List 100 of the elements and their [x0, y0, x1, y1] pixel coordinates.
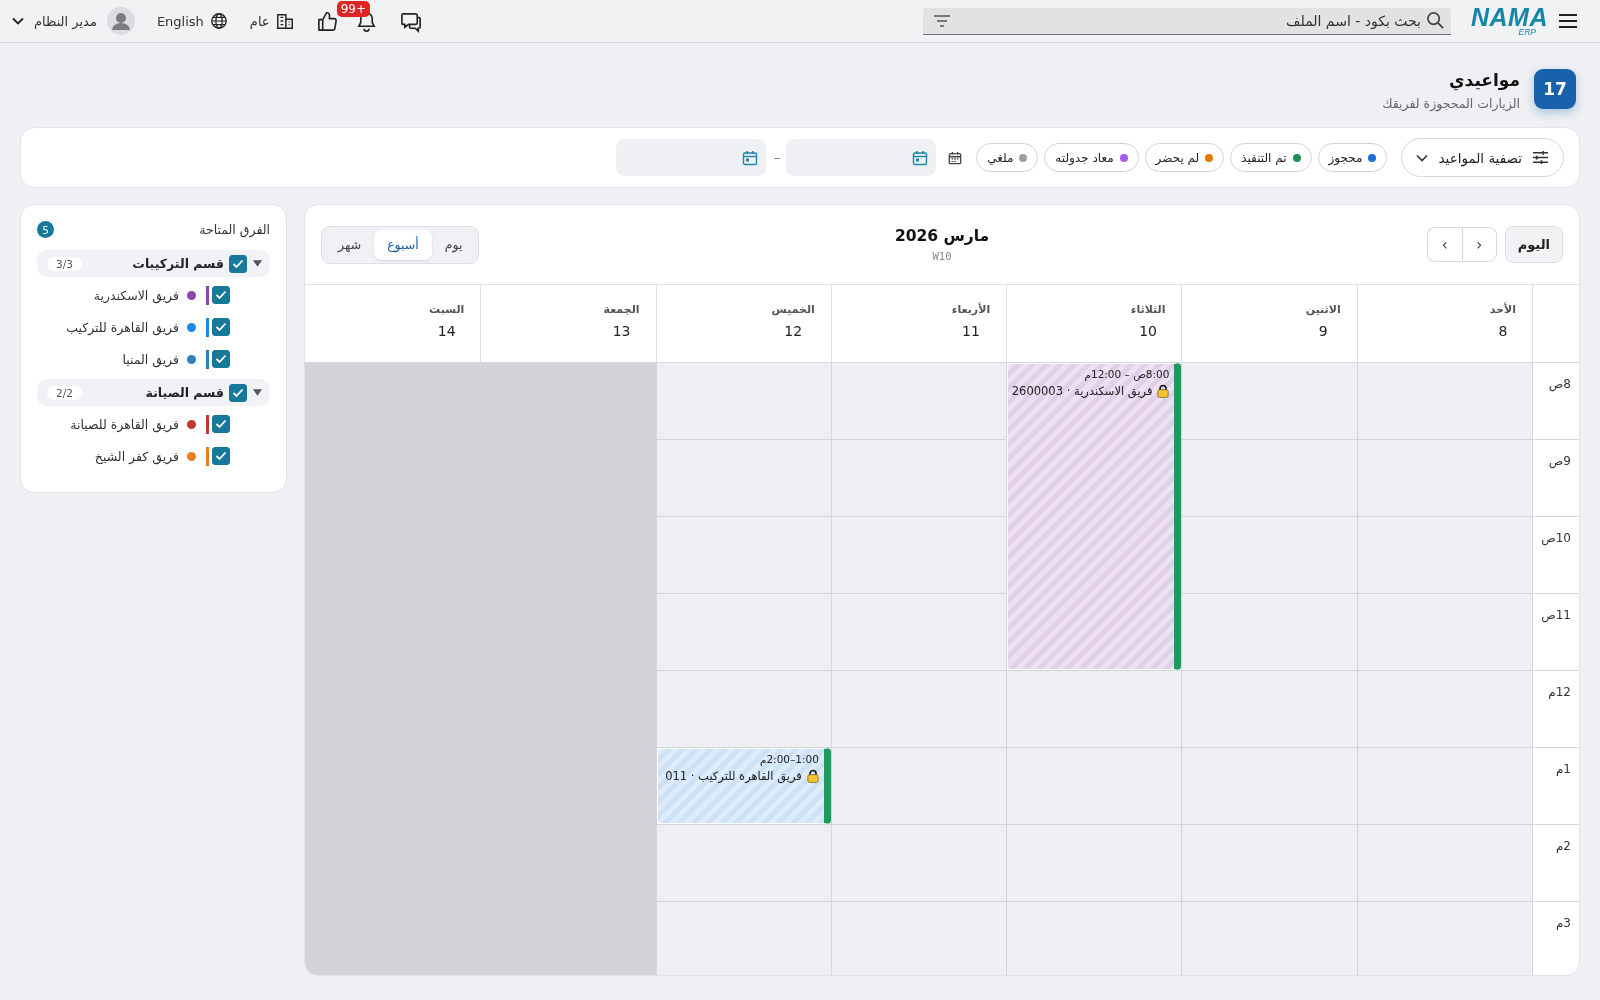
day-name: الجمعة	[603, 303, 640, 316]
team-name[interactable]: فريق الاسكندرية	[93, 287, 179, 303]
time-slot[interactable]	[655, 517, 831, 594]
status-chip[interactable]: محجوز	[1317, 143, 1388, 172]
hour-label: 8ص	[1548, 377, 1571, 391]
time-slot[interactable]	[1006, 825, 1182, 902]
language-button[interactable]: English	[156, 12, 228, 30]
team-name[interactable]: فريق المنيا	[122, 351, 179, 367]
time-slot[interactable]	[1356, 902, 1532, 975]
time-slot[interactable]	[655, 440, 831, 517]
date-field[interactable]	[615, 139, 766, 176]
status-chip[interactable]: تم التنفيذ	[1230, 143, 1312, 172]
time-slot[interactable]	[830, 594, 1007, 671]
search-icon[interactable]	[1426, 11, 1445, 30]
day-date: 12	[784, 323, 803, 339]
day-name: الثلاثاء	[1130, 303, 1166, 316]
today-button[interactable]: اليوم	[1504, 226, 1563, 263]
time-slot[interactable]	[655, 825, 831, 902]
checkmark-icon	[232, 387, 244, 398]
checkmark-icon	[215, 322, 227, 332]
time-slot[interactable]	[1356, 671, 1532, 748]
time-slot[interactable]	[1006, 748, 1182, 825]
day-date: 14	[437, 323, 456, 339]
time-slot[interactable]	[1356, 517, 1532, 594]
status-chip[interactable]: لم يحضر	[1144, 143, 1225, 172]
hour-label: 12م	[1548, 685, 1571, 699]
date-field[interactable]	[786, 139, 937, 176]
view-tab[interactable]: شهر	[325, 229, 375, 260]
day-name: الأربعاء	[951, 303, 991, 316]
time-slot[interactable]	[655, 363, 831, 440]
team-count-badge: 3/3	[47, 256, 82, 271]
time-slot[interactable]	[830, 363, 1007, 440]
status-chip[interactable]: معاد جدولته	[1044, 143, 1139, 172]
time-slot[interactable]	[1006, 671, 1182, 748]
time-slot[interactable]	[1356, 440, 1532, 517]
building-icon	[275, 12, 294, 30]
caret-icon[interactable]	[253, 260, 262, 267]
count-badge: 5	[37, 221, 54, 238]
notification-badge: 99+	[336, 0, 370, 17]
time-slot[interactable]	[1181, 671, 1357, 748]
team-name[interactable]: فريق القاهرة للصيانة	[70, 416, 179, 432]
team-count-badge: 2/2	[47, 385, 82, 400]
checkbox[interactable]	[229, 254, 247, 273]
time-slot[interactable]	[1356, 594, 1532, 671]
checkbox[interactable]	[212, 318, 230, 336]
checkbox[interactable]	[212, 447, 230, 465]
time-slot[interactable]	[1356, 825, 1532, 902]
time-slot[interactable]	[1181, 363, 1357, 440]
menu-icon[interactable]	[1558, 13, 1578, 29]
logo-subtext: ERP	[1518, 28, 1536, 37]
time-slot[interactable]	[830, 748, 1007, 825]
team-name[interactable]: فريق القاهرة للتركيب	[66, 319, 179, 335]
status-chip[interactable]: ملغي	[976, 143, 1039, 172]
day-name: الاثنين	[1305, 303, 1341, 316]
hour-label: 9ص	[1548, 454, 1571, 468]
time-slot[interactable]	[830, 825, 1007, 902]
day-date: 11	[962, 323, 980, 339]
search-bar[interactable]: بحث بكود - اسم الملف	[923, 7, 1451, 35]
view-tab[interactable]: أسبوع	[374, 229, 432, 260]
group-label: قسم التركيبات	[132, 256, 224, 271]
user-menu[interactable]: مدير النظام	[12, 7, 135, 35]
time-slot[interactable]	[1006, 902, 1182, 975]
caret-icon[interactable]	[253, 389, 262, 396]
time-slot[interactable]	[830, 671, 1007, 748]
checkmark-icon	[215, 451, 227, 461]
time-slot[interactable]	[1181, 902, 1357, 975]
time-slot[interactable]	[1356, 363, 1532, 440]
time-slot[interactable]	[655, 671, 831, 748]
time-slot[interactable]	[655, 902, 831, 975]
nav-button[interactable]: ‹	[1461, 227, 1497, 262]
month-title: مارس 2026	[894, 227, 990, 245]
time-slot[interactable]	[830, 517, 1007, 594]
filter-icon[interactable]	[933, 13, 951, 28]
time-slot[interactable]	[830, 902, 1007, 975]
time-slot[interactable]	[1181, 440, 1357, 517]
search-input[interactable]: بحث بكود - اسم الملف	[951, 9, 1426, 32]
thumbs-up-icon[interactable]	[315, 9, 339, 33]
company-button[interactable]: عام	[249, 12, 294, 30]
view-tab[interactable]: يوم	[431, 229, 476, 260]
appointment-card[interactable]: 1:00–2:00م فريق القاهرة للتركيب · 011	[656, 748, 831, 824]
calendar-icon	[912, 149, 929, 166]
hour-label: 2م	[1555, 839, 1571, 853]
checkbox[interactable]	[229, 383, 247, 402]
checkbox[interactable]	[212, 415, 230, 433]
time-slot[interactable]	[1181, 825, 1357, 902]
team-name[interactable]: فريق كفر الشيخ	[94, 448, 179, 464]
time-slot[interactable]	[655, 594, 831, 671]
time-slot[interactable]	[1356, 748, 1532, 825]
time-slot[interactable]	[1181, 594, 1357, 671]
nav-button[interactable]: ›	[1426, 227, 1462, 262]
time-slot[interactable]	[1181, 748, 1357, 825]
count-badge: 17	[1534, 69, 1576, 109]
checkbox[interactable]	[212, 286, 230, 304]
event-title: فريق الاسكندرية · 2600003	[1011, 384, 1153, 398]
time-slot[interactable]	[830, 440, 1007, 517]
checkbox[interactable]	[212, 350, 230, 368]
checkmark-icon	[215, 419, 227, 429]
appointment-card[interactable]: 8:00ص – 12:00م فريق الاسكندرية · 2600003	[1007, 363, 1182, 670]
time-slot[interactable]	[1181, 517, 1357, 594]
chevron-icon	[12, 17, 24, 25]
